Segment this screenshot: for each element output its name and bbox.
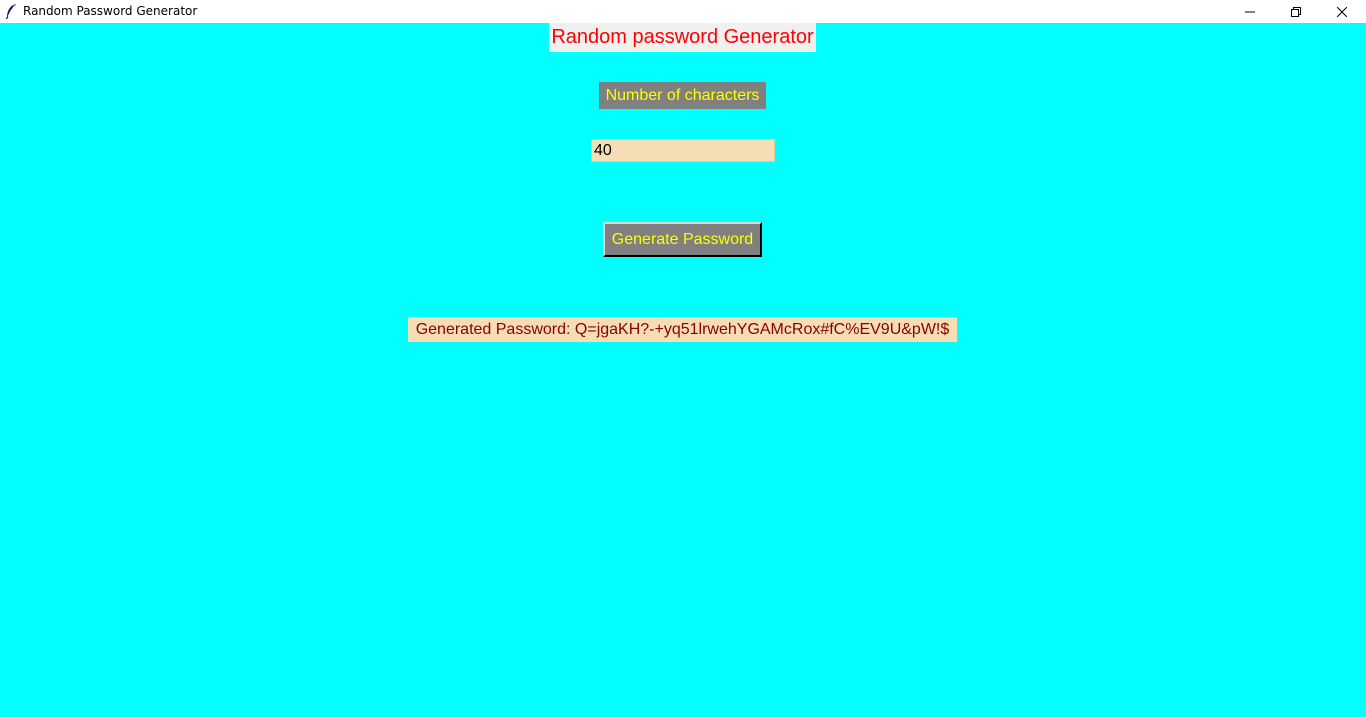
- length-label: Number of characters: [599, 82, 766, 109]
- close-icon: [1337, 6, 1347, 17]
- length-input[interactable]: [591, 139, 775, 162]
- window-title: Random Password Generator: [23, 4, 198, 18]
- minimize-icon: [1245, 11, 1255, 12]
- page-title: Random password Generator: [549, 23, 816, 52]
- feather-icon: [5, 3, 16, 19]
- app-window: Random Password Generator Random passwor…: [0, 0, 1366, 717]
- close-button[interactable]: [1319, 0, 1365, 23]
- main-panel: Random password Generator Number of char…: [0, 23, 1366, 717]
- generated-password-label: Generated Password: Q=jgaKH?-+yq51lrwehY…: [408, 317, 957, 342]
- generate-password-button[interactable]: Generate Password: [603, 222, 762, 257]
- minimize-button[interactable]: [1227, 0, 1273, 23]
- restore-icon: [1291, 6, 1301, 17]
- restore-button[interactable]: [1273, 0, 1319, 23]
- title-bar[interactable]: Random Password Generator: [0, 0, 1366, 23]
